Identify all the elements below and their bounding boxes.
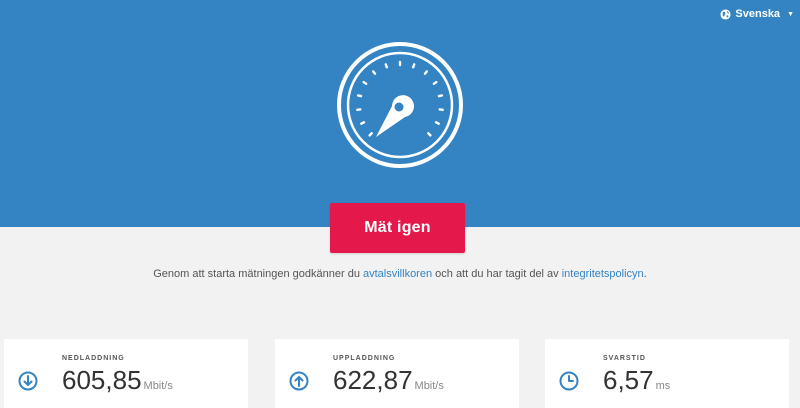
upload-unit: Mbit/s <box>414 380 444 392</box>
terms-middle: och att du har tagit del av <box>432 268 562 280</box>
gauge-tick <box>423 70 429 75</box>
terms-notice: Genom att starta mätningen godkänner du … <box>0 268 800 280</box>
retest-button[interactable]: Mät igen <box>330 203 465 253</box>
language-label: Svenska <box>735 8 781 20</box>
download-value-row: 605,85 Mbit/s <box>62 365 173 396</box>
arrow-up-circle-icon <box>289 371 309 391</box>
gauge-tick <box>356 94 363 98</box>
globe-icon <box>720 8 731 20</box>
upload-label: UPPLADDNING <box>333 355 396 362</box>
upload-value: 622,87 <box>333 365 413 395</box>
gauge-tick <box>437 94 444 98</box>
latency-value-row: 6,57 ms <box>603 365 670 396</box>
terms-suffix: . <box>643 268 647 280</box>
gauge-tick <box>434 121 440 125</box>
download-card: NEDLADDNING 605,85 Mbit/s <box>4 339 248 408</box>
gauge-tick <box>368 132 373 137</box>
gauge-tick <box>362 80 368 85</box>
download-label: NEDLADDNING <box>62 355 125 362</box>
arrow-down-circle-icon <box>18 371 38 391</box>
chevron-down-icon: ▼ <box>787 10 794 18</box>
terms-prefix: Genom att starta mätningen godkänner du <box>153 268 363 280</box>
clock-icon <box>559 371 579 391</box>
terms-link[interactable]: avtalsvillkoren <box>363 268 432 280</box>
download-value: 605,85 <box>62 365 142 395</box>
latency-label: SVARSTID <box>603 355 646 362</box>
language-selector[interactable]: Svenska ▼ <box>720 8 794 20</box>
speedometer-icon <box>337 42 463 168</box>
gauge-tick <box>384 63 388 69</box>
latency-unit: ms <box>655 380 671 392</box>
header-banner: Svenska ▼ <box>0 0 800 227</box>
gauge-tick <box>371 70 377 75</box>
latency-value: 6,57 <box>603 365 654 395</box>
gauge-tick <box>432 80 438 85</box>
gauge-tick <box>427 132 432 137</box>
upload-value-row: 622,87 Mbit/s <box>333 365 444 396</box>
privacy-link[interactable]: integritetspolicyn <box>562 268 644 280</box>
gauge-tick <box>412 63 416 69</box>
latency-card: SVARSTID 6,57 ms <box>545 339 789 408</box>
gauge-tick <box>360 121 366 125</box>
upload-card: UPPLADDNING 622,87 Mbit/s <box>275 339 519 408</box>
download-unit: Mbit/s <box>143 380 173 392</box>
